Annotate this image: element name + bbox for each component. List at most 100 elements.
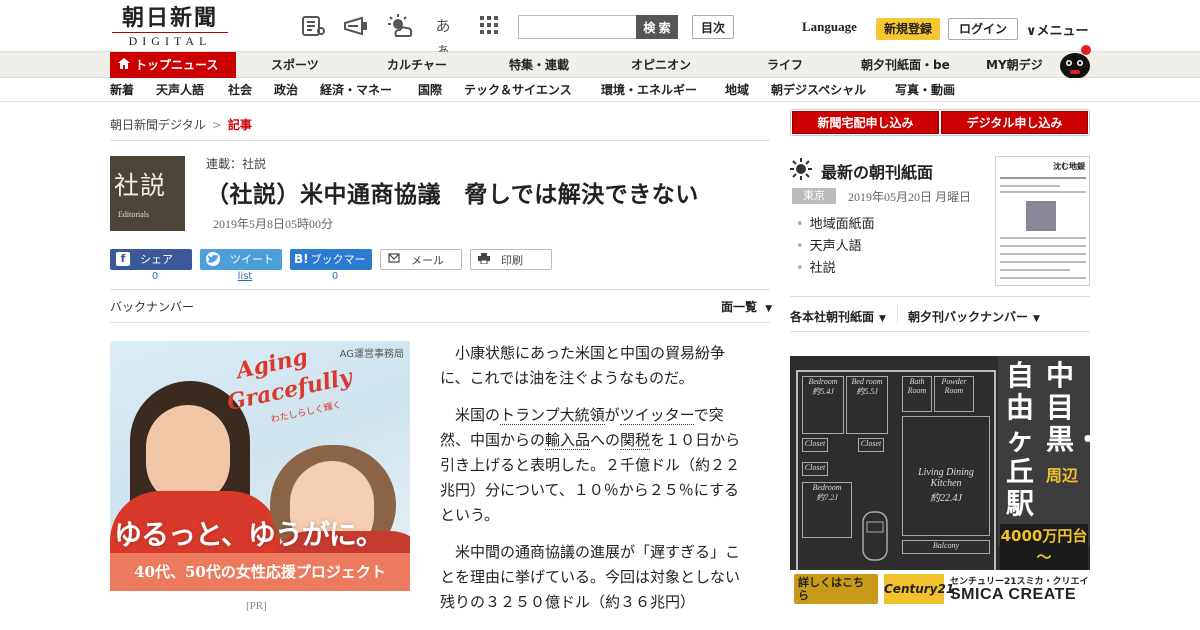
site-header: 朝日新聞 DIGITAL あぁ 検 索 目次 Language 新規登録 ログイ…: [0, 0, 1200, 59]
twitter-share-count[interactable]: list: [204, 271, 286, 282]
back-number-link[interactable]: バックナンバー: [110, 298, 194, 315]
floor-plan-room: Closet: [802, 438, 828, 452]
divider: [897, 305, 898, 323]
page-list-label: 面一覧: [721, 300, 758, 314]
advertisement-aging-gracefully[interactable]: AG運営事務局 Aging Gracefully わたしらしく輝く ゆるっと、ゆ…: [110, 341, 410, 591]
ad-band-text: 40代、50代の女性応援プロジェクト: [110, 553, 410, 591]
thumbnail-rule: [1000, 237, 1086, 239]
breadcrumb-current: 記事: [227, 118, 252, 132]
nav-link-latest[interactable]: 新着: [110, 78, 134, 102]
search-input[interactable]: [518, 15, 636, 39]
thumbnail-rule: [1000, 185, 1060, 187]
newspaper-front-page-thumbnail[interactable]: 沈む地銀: [995, 156, 1090, 286]
bullet-icon: •: [796, 239, 804, 254]
nav-link-economy[interactable]: 経済・マネー: [320, 78, 392, 102]
pr-label: [PR]: [246, 600, 267, 612]
ad-person-face: [146, 405, 230, 505]
nav-link-tensei-jingo[interactable]: 天声人語: [156, 78, 204, 102]
bullet-icon: •: [796, 261, 804, 276]
nav-tab-features[interactable]: 特集・連載: [509, 52, 569, 78]
mascot-icon[interactable]: [1056, 44, 1094, 80]
divider: [790, 331, 1090, 332]
nav-tab-opinion[interactable]: オピニオン: [631, 52, 691, 78]
printer-icon: [477, 253, 491, 267]
page-list-dropdown[interactable]: 面一覧 ▼: [721, 298, 772, 315]
delivery-subscribe-button[interactable]: 新聞宅配申し込み: [792, 111, 939, 134]
ad-detail-button[interactable]: 詳しくはこちら: [794, 574, 878, 604]
thumbnail-rule: [1000, 269, 1070, 271]
keyword-link[interactable]: ツイッター: [619, 406, 694, 425]
dropdown-label: 各本社朝刊紙面: [790, 310, 875, 324]
tag-kanji: 社説: [114, 171, 167, 200]
home-icon: [118, 52, 130, 78]
nav-tab-top-news[interactable]: トップニュース: [110, 52, 236, 78]
keyword-link[interactable]: トランプ大統領: [500, 406, 605, 425]
room-label: Closet: [804, 463, 826, 472]
sidebar-link-regional[interactable]: • 地域面紙面: [796, 213, 875, 232]
nav-link-society[interactable]: 社会: [228, 78, 252, 102]
thumbnail-photo: [1026, 201, 1056, 231]
caret-down-icon: ▼: [1033, 314, 1040, 324]
site-logo[interactable]: 朝日新聞 DIGITAL: [112, 6, 228, 48]
newspaper-icon[interactable]: [300, 14, 326, 38]
nav-link-politics[interactable]: 政治: [274, 78, 298, 102]
hatena-bookmark-button[interactable]: B! ブックマーク: [290, 249, 372, 287]
login-button[interactable]: ログイン: [948, 18, 1018, 40]
mail-icon: [387, 253, 401, 267]
weather-icon[interactable]: [386, 14, 413, 38]
ad-price: 4000万円台～: [1000, 524, 1088, 570]
nav-link-tech[interactable]: テック＆サイエンス: [464, 78, 572, 102]
sidebar-link-tensei-jingo[interactable]: • 天声人語: [796, 235, 862, 254]
facebook-share-button[interactable]: f シェア: [110, 249, 192, 270]
caret-down-icon: ▼: [879, 314, 886, 324]
floor-plan-room: Closet: [802, 462, 828, 476]
nav-link-environment[interactable]: 環境・エネルギー: [601, 78, 697, 102]
nav-tab-my-asadigi[interactable]: MY朝デジ: [986, 52, 1043, 78]
room-size: 約5.4J: [812, 387, 834, 396]
hatena-bookmark-count: 0: [331, 271, 339, 282]
nav-tab-print-edition[interactable]: 朝夕刊紙面・be: [861, 52, 950, 78]
regional-morning-dropdown[interactable]: 各本社朝刊紙面 ▼: [790, 308, 886, 325]
font-size-icon[interactable]: あぁ: [430, 14, 456, 59]
newspaper-date: 2019年05月20日 月曜日: [848, 190, 972, 204]
keyword-link[interactable]: 輸入品: [545, 431, 591, 450]
newspaper-section-title[interactable]: 最新の朝刊紙面: [821, 159, 933, 183]
series-label[interactable]: 連載：社説: [206, 155, 266, 172]
language-link[interactable]: Language: [802, 19, 857, 35]
digital-subscribe-button[interactable]: デジタル申し込み: [941, 111, 1088, 134]
advertisement-century21[interactable]: Bedroom 約5.4J Bed room 約5.5J Bath Room Pow…: [790, 356, 1090, 606]
nav-tab-life[interactable]: ライフ: [767, 52, 803, 78]
mail-share-button[interactable]: メール: [380, 249, 462, 270]
ad-agency: AG運営事務局: [339, 349, 404, 360]
nav-link-special[interactable]: 朝デジスペシャル: [771, 78, 866, 102]
back-number-dropdown[interactable]: 朝夕刊バックナンバー ▼: [908, 308, 1040, 325]
menu-button[interactable]: ∨メニュー: [1026, 20, 1089, 39]
thumbnail-rule: [1000, 245, 1086, 247]
secondary-nav: 新着 天声人語 社会 政治 経済・マネー 国際 テック＆サイエンス 環境・エネル…: [0, 78, 1200, 102]
print-button[interactable]: 印刷: [470, 249, 552, 270]
twitter-share-button[interactable]: ツイート: [200, 249, 282, 270]
nav-tab-sports[interactable]: スポーツ: [271, 52, 319, 78]
toc-button[interactable]: 目次: [692, 15, 734, 39]
room-size: 約5.5J: [856, 387, 878, 396]
editorial-tag-image[interactable]: 社説 Editorials: [110, 156, 185, 231]
room-label: Bedroom: [812, 483, 842, 492]
keyword-link[interactable]: 関税: [620, 431, 651, 450]
nav-link-photo-video[interactable]: 写真・動画: [895, 78, 955, 102]
room-label: Balcony: [932, 541, 960, 550]
facebook-share-count: 0: [151, 271, 159, 282]
article-date: 2019年5月8日05時00分: [213, 217, 334, 231]
divider: [110, 140, 770, 141]
bullet-icon: •: [796, 217, 804, 232]
search-button[interactable]: 検 索: [636, 15, 678, 39]
nav-link-region[interactable]: 地域: [725, 78, 749, 102]
megaphone-icon[interactable]: [342, 14, 368, 38]
breadcrumb-home[interactable]: 朝日新聞デジタル: [110, 118, 206, 132]
nav-tab-culture[interactable]: カルチャー: [387, 52, 447, 78]
signup-button[interactable]: 新規登録: [876, 18, 940, 40]
facebook-share-label: シェア: [140, 253, 173, 266]
thumbnail-rule: [1000, 277, 1086, 279]
grid-icon[interactable]: [476, 14, 502, 38]
sidebar-link-editorials[interactable]: • 社説: [796, 257, 836, 276]
nav-link-international[interactable]: 国際: [418, 78, 442, 102]
